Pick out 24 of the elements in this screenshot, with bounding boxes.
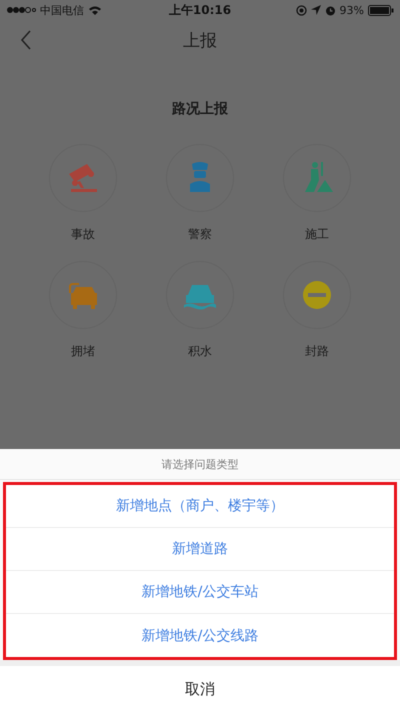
location-arrow-icon [310,5,321,15]
report-type-button[interactable] [283,261,351,329]
report-type-button[interactable] [49,144,117,212]
report-type-label: 积水 [188,343,212,360]
battery-icon [368,4,394,16]
page-title: 上报 [183,30,217,52]
battery-percent: 93% [340,4,364,16]
clock-time: 上午10:16 [168,2,232,18]
report-type-button[interactable] [166,144,234,212]
report-type-button[interactable] [166,261,234,329]
carrier-name: 中国电信 [40,2,84,18]
report-type-label: 封路 [305,343,329,360]
report-type-button[interactable] [283,144,351,212]
report-type-label: 施工 [305,226,329,243]
cancel-button[interactable]: 取消 [0,660,400,712]
sheet-title: 请选择问题类型 [0,449,400,480]
back-icon[interactable] [20,30,32,50]
report-type-label: 警察 [188,226,212,243]
section-title: 路况上报 [172,100,228,118]
report-type-button[interactable] [49,261,117,329]
wifi-icon [88,4,102,16]
report-type-label: 拥堵 [71,343,95,360]
report-type-label: 事故 [71,226,95,243]
signal-icon [6,6,36,14]
